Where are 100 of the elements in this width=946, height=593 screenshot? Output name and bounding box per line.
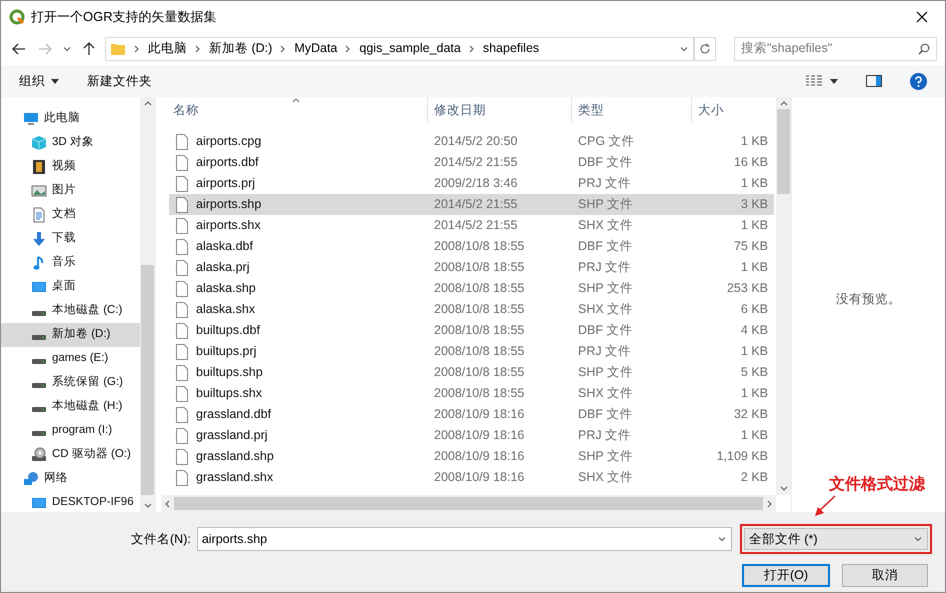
modified-date: 2008/10/9 18:16 [434, 407, 524, 422]
new-folder-button[interactable]: 新建文件夹 [87, 72, 152, 90]
file-row[interactable]: alaska.prj 2008/10/8 18:55 PRJ 文件 1 KB [169, 257, 774, 278]
file-size: 75 KB [734, 239, 768, 254]
file-type: DBF 文件 [578, 239, 632, 254]
film-icon [31, 159, 47, 175]
file-type: SHP 文件 [578, 281, 633, 296]
file-type: PRJ 文件 [578, 344, 632, 358]
sidebar-item[interactable]: 此电脑 [1, 107, 140, 131]
file-row[interactable]: alaska.shp 2008/10/8 18:55 SHP 文件 253 KB [169, 278, 774, 299]
breadcrumb[interactable]: 新加卷 (D:) [209, 39, 272, 58]
scrollbar-thumb[interactable] [174, 497, 763, 510]
open-button[interactable]: 打开(O) [742, 564, 830, 587]
file-icon [176, 134, 188, 150]
horizontal-scrollbar[interactable] [161, 495, 776, 512]
search-box[interactable]: 搜索"shapefiles" [734, 36, 937, 60]
file-type: SHP 文件 [578, 365, 633, 380]
sidebar-item[interactable]: games (E:) [1, 347, 140, 371]
sidebar-item[interactable]: DESKTOP-IF96 [1, 491, 140, 512]
column-header[interactable]: 名称 [161, 97, 428, 123]
filename-field[interactable]: airports.shp [202, 530, 717, 548]
scrollbar[interactable] [776, 97, 791, 495]
down-arrow-icon [31, 231, 47, 247]
address-bar[interactable]: 此电脑 新加卷 (D:) MyData qgis_sample_data shapefiles [105, 36, 694, 60]
sidebar-item[interactable]: 系统保留 (G:) [1, 371, 140, 395]
file-row[interactable]: alaska.dbf 2008/10/8 18:55 DBF 文件 75 KB [169, 236, 774, 257]
file-row[interactable]: grassland.shp 2008/10/9 18:16 SHP 文件 1,109 KB [169, 446, 774, 467]
column-header[interactable]: 类型 [572, 97, 692, 123]
file-type: DBF 文件 [578, 407, 632, 422]
search-field[interactable]: 搜索"shapefiles" [741, 39, 918, 58]
breadcrumb[interactable]: 此电脑 [148, 39, 187, 58]
file-type: DBF 文件 [578, 155, 632, 170]
sidebar-item[interactable]: 下载 [1, 227, 140, 251]
sidebar-item[interactable]: 桌面 [1, 275, 140, 299]
sidebar-item[interactable]: 本地磁盘 (H:) [1, 395, 140, 419]
file-icon [176, 154, 188, 170]
file-type: PRJ 文件 [578, 176, 632, 190]
file-type: PRJ 文件 [578, 260, 632, 274]
file-name: builtups.shp [196, 364, 263, 382]
file-row[interactable]: builtups.prj 2008/10/8 18:55 PRJ 文件 1 KB [169, 341, 774, 362]
file-type: PRJ 文件 [578, 428, 632, 442]
view-options-button[interactable] [806, 75, 838, 87]
help-icon [910, 72, 927, 90]
file-name: grassland.prj [196, 427, 268, 444]
file-icon [176, 302, 188, 318]
column-header[interactable]: 修改日期 [428, 97, 572, 123]
scrollbar[interactable] [140, 97, 155, 512]
sidebar-item[interactable]: 图片 [1, 179, 140, 203]
organize-menu[interactable]: 组织 [19, 72, 59, 90]
filename-box[interactable]: airports.shp [196, 527, 732, 551]
file-size: 1 KB [740, 386, 768, 400]
sidebar-item[interactable]: program (I:) [1, 419, 140, 443]
file-name: airports.prj [196, 175, 256, 192]
file-row[interactable]: builtups.dbf 2008/10/8 18:55 DBF 文件 4 KB [169, 320, 774, 341]
file-row[interactable]: builtups.shp 2008/10/8 18:55 SHP 文件 5 KB [169, 362, 774, 383]
file-row[interactable]: airports.cpg 2014/5/2 20:50 CPG 文件 1 KB [169, 131, 774, 152]
breadcrumb[interactable]: shapefiles [482, 39, 540, 58]
sidebar-item[interactable]: 文档 [1, 203, 140, 227]
help-button[interactable] [910, 72, 927, 90]
column-header[interactable]: 大小 [692, 97, 776, 123]
file-size: 1 KB [740, 428, 768, 442]
sidebar-item[interactable]: CD 驱动器 (O:) [1, 443, 140, 467]
scrollbar-thumb[interactable] [141, 264, 154, 494]
breadcrumb[interactable]: qgis_sample_data [359, 39, 461, 58]
file-type: SHX 文件 [578, 470, 634, 484]
sidebar-item[interactable]: 新加卷 (D:) [1, 323, 140, 347]
scrollbar-thumb[interactable] [777, 109, 790, 194]
file-type-dropdown[interactable]: 全部文件 (*) [744, 528, 928, 550]
monitor-icon [31, 495, 47, 511]
file-row[interactable]: grassland.dbf 2008/10/9 18:16 DBF 文件 32 KB [169, 404, 774, 425]
file-row[interactable]: airports.prj 2009/2/18 3:46 PRJ 文件 1 KB [169, 173, 774, 194]
file-row[interactable]: grassland.prj 2008/10/9 18:16 PRJ 文件 1 KB [169, 425, 774, 446]
drive-icon [31, 310, 47, 316]
file-icon [176, 280, 188, 296]
file-size: 1 KB [740, 176, 768, 190]
cd-drive-icon [31, 447, 47, 463]
file-row[interactable]: builtups.shx 2008/10/8 18:55 SHX 文件 1 KB [169, 383, 774, 404]
caret-icon [830, 78, 838, 84]
file-row[interactable]: airports.shp 2014/5/2 21:55 SHP 文件 3 KB [169, 194, 774, 215]
refresh-button[interactable] [694, 36, 716, 60]
sidebar-item[interactable]: 视频 [1, 155, 140, 179]
modified-date: 2008/10/8 18:55 [434, 344, 524, 358]
file-row[interactable]: alaska.shx 2008/10/8 18:55 SHX 文件 6 KB [169, 299, 774, 320]
sidebar-item[interactable]: 本地磁盘 (C:) [1, 299, 140, 323]
modified-date: 2008/10/8 18:55 [434, 260, 524, 274]
modified-date: 2014/5/2 21:55 [434, 197, 518, 212]
cancel-button[interactable]: 取消 [842, 564, 928, 587]
file-size: 4 KB [740, 323, 768, 338]
file-name: grassland.shp [196, 448, 274, 466]
sidebar-item[interactable]: 3D 对象 [1, 131, 140, 155]
file-row[interactable]: airports.shx 2014/5/2 21:55 SHX 文件 1 KB [169, 215, 774, 236]
breadcrumb[interactable]: MyData [294, 39, 338, 58]
scroll-down-icon [144, 503, 152, 508]
sidebar-item[interactable]: 音乐 [1, 251, 140, 275]
file-row[interactable]: airports.dbf 2014/5/2 21:55 DBF 文件 16 KB [169, 152, 774, 173]
modified-date: 2014/5/2 21:55 [434, 155, 518, 170]
file-row[interactable]: grassland.shx 2008/10/9 18:16 SHX 文件 2 KB [169, 467, 774, 488]
preview-pane-button[interactable] [866, 75, 882, 87]
sidebar-item[interactable]: 网络 [1, 467, 140, 491]
file-size: 1 KB [740, 218, 768, 232]
